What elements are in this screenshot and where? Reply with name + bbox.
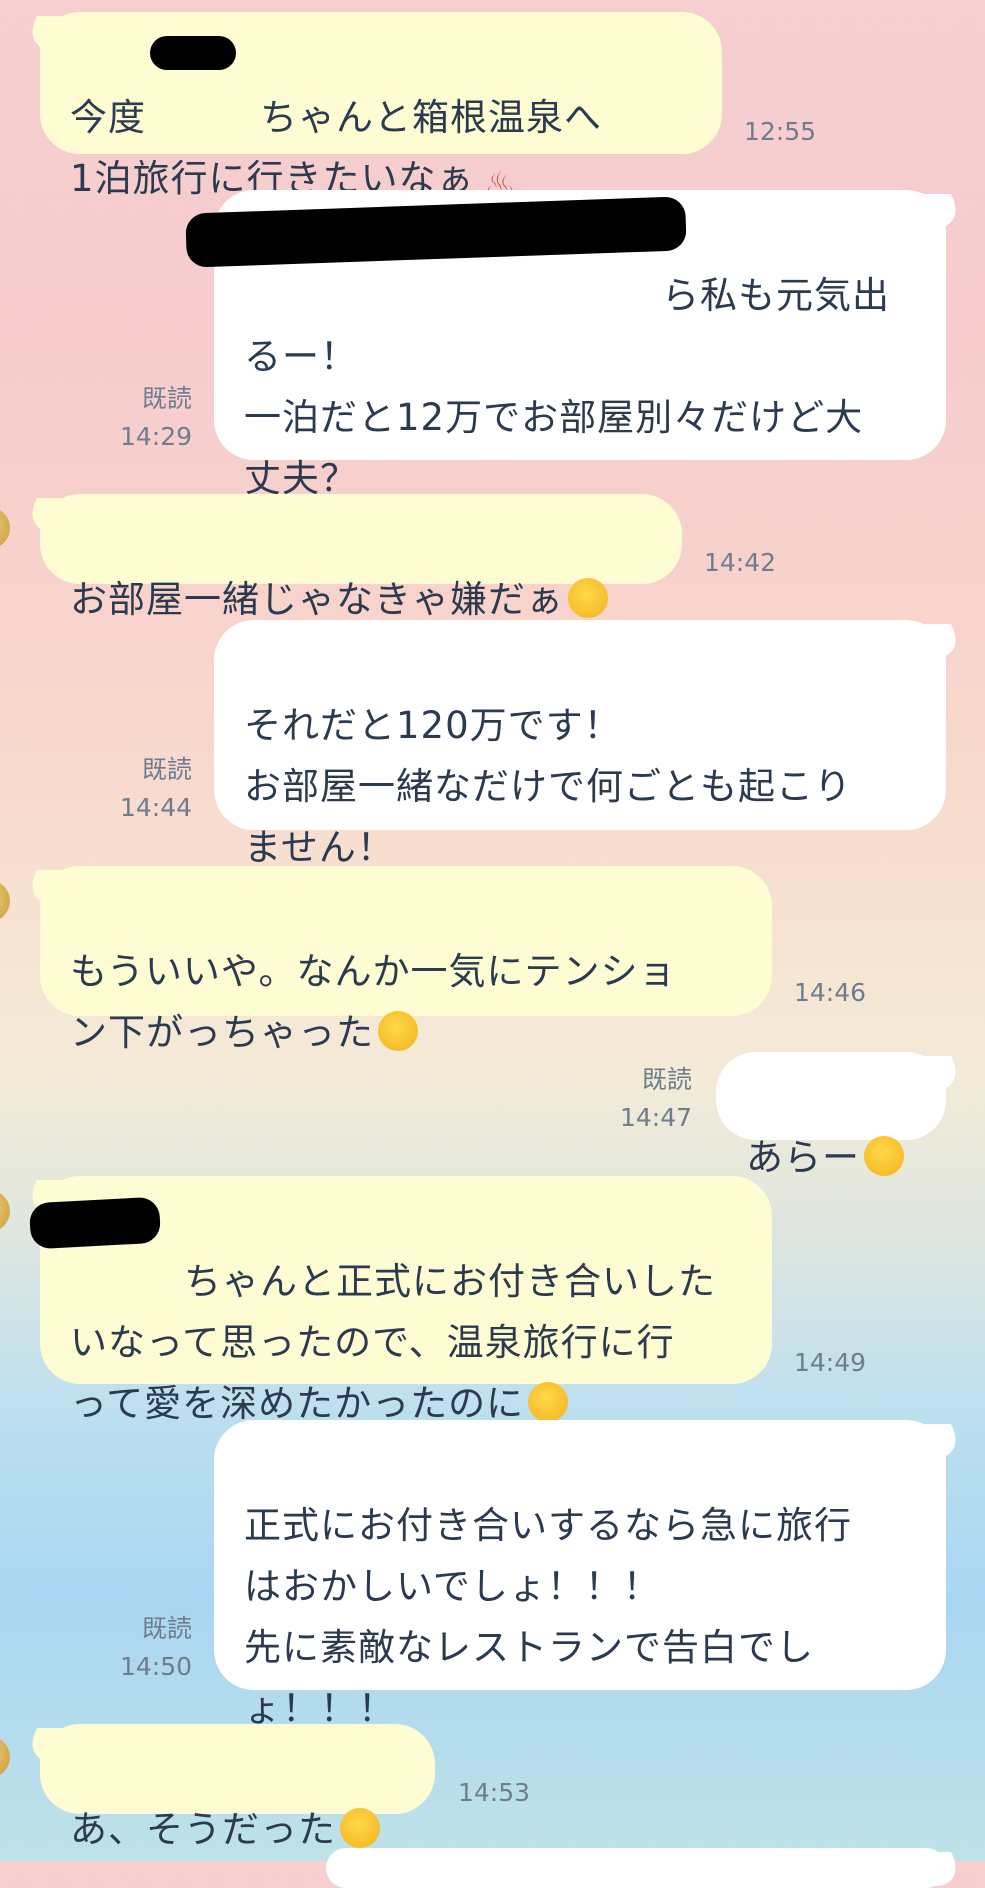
sender-avatar[interactable] bbox=[0, 880, 10, 922]
message-time: 14:49 bbox=[794, 1348, 867, 1377]
message-time: 14:46 bbox=[794, 978, 867, 1007]
redaction-mark bbox=[28, 1196, 162, 1250]
message-text: ちゃんと正式にお付き合いした いなって思ったので、温泉旅行に行 って愛を深めたか… bbox=[70, 1260, 716, 1425]
crying-face-icon bbox=[528, 1382, 569, 1422]
incoming-message-bubble[interactable]: あ、そうだった bbox=[40, 1724, 435, 1851]
pleading-face-icon bbox=[864, 1136, 904, 1176]
outgoing-message-bubble[interactable]: あらー bbox=[716, 1052, 946, 1179]
read-receipt: 既読 bbox=[141, 384, 192, 413]
incoming-message-bubble[interactable]: お部屋一緒じゃなきゃ嫌だぁ bbox=[40, 494, 682, 621]
pensive-face-icon bbox=[378, 1011, 418, 1051]
message-text: 正式にお付き合いするなら急に旅行 はおかしいでしょ！！！ 先に素敵なレストランで… bbox=[244, 1504, 852, 1730]
sender-avatar[interactable] bbox=[0, 1190, 10, 1232]
message-time: 14:47 bbox=[619, 1103, 692, 1132]
outgoing-message-bubble[interactable]: それだと120万です！ お部屋一緒なだけで何ごとも起こり ません！ bbox=[214, 620, 946, 869]
message-text: ら私も元気出 るー！ 一泊だと12万でお部屋別々だけど大 丈夫？ bbox=[244, 274, 890, 500]
message-text: お部屋一緒じゃなきゃ嫌だぁ bbox=[70, 578, 564, 621]
message-time: 14:53 bbox=[458, 1778, 531, 1807]
message-text: それだと120万です！ お部屋一緒なだけで何ごとも起こり ません！ bbox=[244, 704, 852, 869]
redaction-mark bbox=[150, 36, 236, 70]
sender-avatar[interactable] bbox=[0, 507, 10, 549]
incoming-message-bubble[interactable]: もういいや。なんか一気にテンショ ン下がっちゃった bbox=[40, 866, 772, 1054]
loudly-crying-face-icon bbox=[568, 578, 608, 618]
read-receipt: 既読 bbox=[141, 1614, 192, 1643]
message-text: あ、そうだった bbox=[70, 1808, 336, 1851]
sender-avatar[interactable] bbox=[0, 1736, 10, 1778]
outgoing-message-bubble[interactable] bbox=[326, 1848, 946, 1888]
message-text: もういいや。なんか一気にテンショ ン下がっちゃった bbox=[70, 950, 677, 1054]
message-time: 14:44 bbox=[119, 793, 192, 822]
message-time: 12:55 bbox=[744, 117, 817, 146]
read-receipt: 既読 bbox=[641, 1065, 692, 1094]
message-text: あらー bbox=[746, 1136, 860, 1179]
chat-thread[interactable]: 今度 ちゃんと箱根温泉へ 1泊旅行に行きたいなぁ ♨ 12:55 ら私も元気出 る… bbox=[0, 0, 985, 1888]
message-time: 14:42 bbox=[704, 548, 777, 577]
outgoing-message-bubble[interactable]: 正式にお付き合いするなら急に旅行 はおかしいでしょ！！！ 先に素敵なレストランで… bbox=[214, 1420, 946, 1730]
message-time: 14:50 bbox=[119, 1652, 192, 1681]
incoming-message-bubble[interactable]: 今度 ちゃんと箱根温泉へ 1泊旅行に行きたいなぁ ♨ bbox=[40, 12, 722, 206]
read-receipt: 既読 bbox=[141, 755, 192, 784]
message-time: 14:29 bbox=[119, 422, 192, 451]
face-with-tongue-icon bbox=[340, 1808, 380, 1848]
